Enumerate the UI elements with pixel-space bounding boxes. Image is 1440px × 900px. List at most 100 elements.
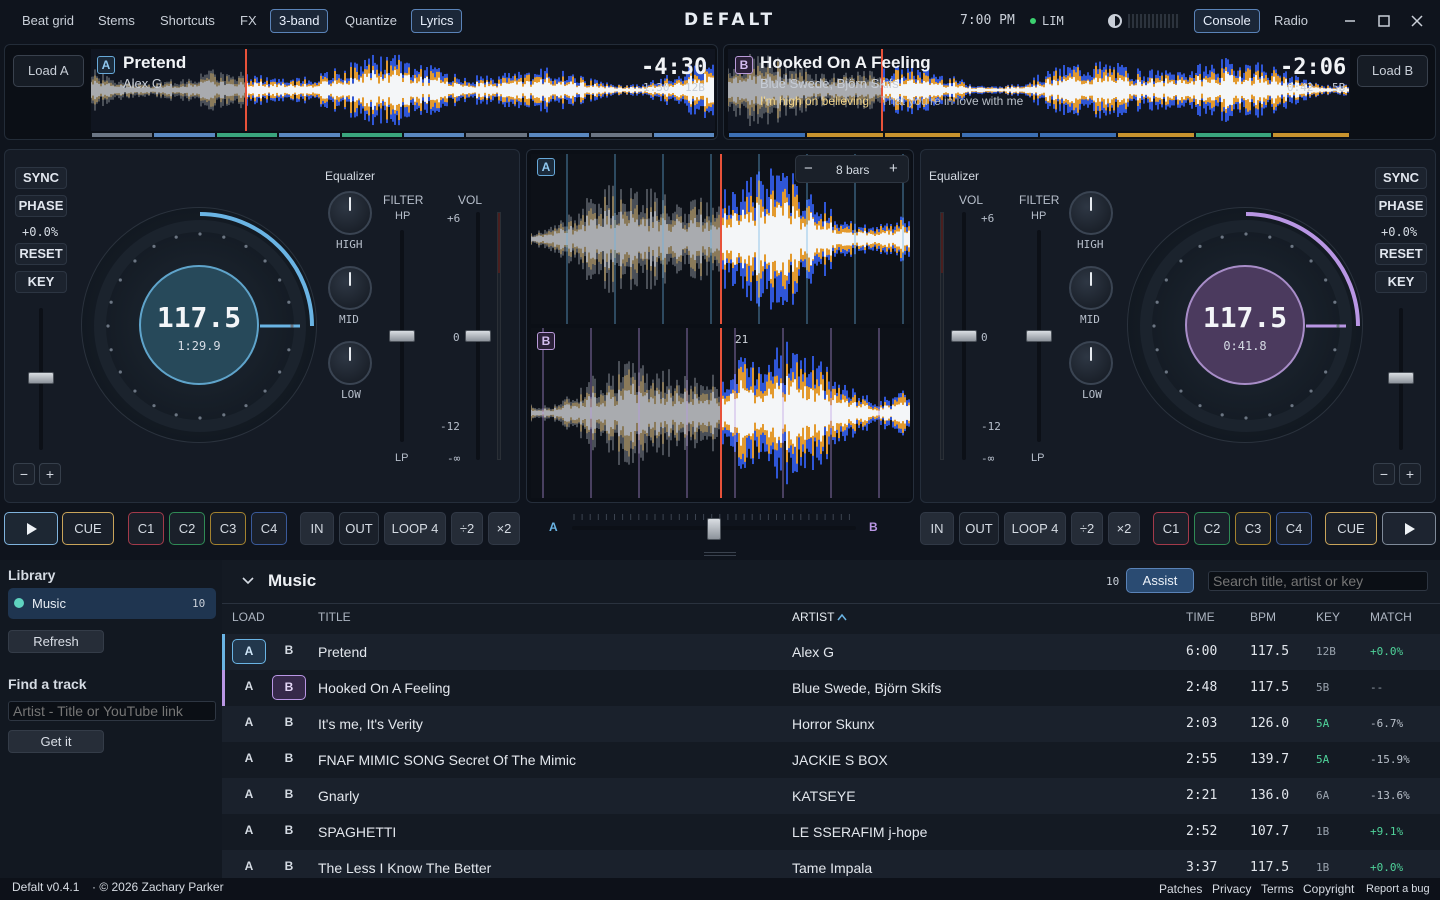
deck-b-loop-4[interactable]: LOOP 4	[1004, 512, 1066, 545]
deck-b-key-button[interactable]: KEY	[1375, 271, 1427, 293]
load-a-chip[interactable]: A	[232, 639, 266, 664]
assist-button[interactable]: Assist	[1126, 568, 1194, 593]
deck-b-hotcue-2[interactable]: C2	[1194, 512, 1230, 545]
deck-a-pitch-fader[interactable]	[28, 372, 54, 384]
menu-shortcuts[interactable]: Shortcuts	[152, 9, 223, 33]
deck-b-cue-button[interactable]: CUE	[1325, 512, 1377, 545]
menu-beat-grid[interactable]: Beat grid	[14, 9, 82, 33]
deck-b-volume-fader[interactable]	[951, 330, 977, 342]
zoom-in-button[interactable]: +	[889, 160, 898, 177]
menu-stems[interactable]: Stems	[90, 9, 143, 33]
deck-a-hotcue-3[interactable]: C3	[210, 512, 246, 545]
privacy-link[interactable]: Privacy	[1212, 882, 1251, 896]
radio-button[interactable]: Radio	[1266, 9, 1316, 33]
col-load[interactable]: LOAD	[232, 610, 265, 624]
deck-b-hotcue-3[interactable]: C3	[1235, 512, 1271, 545]
deck-a-hotcue-1[interactable]: C1	[128, 512, 164, 545]
copyright-link[interactable]: Copyright	[1303, 882, 1354, 896]
deck-a-reset-button[interactable]: RESET	[15, 243, 67, 265]
zoom-out-button[interactable]: −	[804, 160, 813, 177]
deck-b-eq-mid-knob[interactable]	[1069, 266, 1113, 310]
deck-a-eq-low-knob[interactable]	[328, 341, 372, 385]
load-b-chip[interactable]: B	[272, 783, 306, 808]
deck-a-hotcue-2[interactable]: C2	[169, 512, 205, 545]
deck-a-loop-4[interactable]: LOOP 4	[384, 512, 446, 545]
master-volume-icon[interactable]	[1108, 14, 1122, 28]
deck-b-loop-double[interactable]: ×2	[1108, 512, 1140, 545]
table-row[interactable]: A B Hooked On A Feeling Blue Swede, Björn S…	[222, 670, 1440, 706]
deck-b-zoom-waveform[interactable]	[531, 328, 911, 498]
table-row[interactable]: A B It's me, It's Verity Horror Skunx 2:03 12…	[222, 706, 1440, 742]
deck-b-hotcue-1[interactable]: C1	[1153, 512, 1189, 545]
refresh-button[interactable]: Refresh	[8, 630, 104, 653]
table-row[interactable]: A B SPAGHETTI LE SSERAFIM j-hope 2:52 107.7 1B…	[222, 814, 1440, 850]
col-title[interactable]: TITLE	[318, 610, 351, 624]
close-icon[interactable]	[1410, 14, 1424, 28]
load-a-chip[interactable]: A	[232, 747, 266, 772]
load-b-chip[interactable]: B	[272, 675, 306, 700]
collapse-chevron-icon[interactable]	[242, 576, 254, 586]
table-row[interactable]: A B FNAF MIMIC SONG Secret Of The Mimic JAC…	[222, 742, 1440, 778]
deck-b-loop-out[interactable]: OUT	[959, 512, 999, 545]
find-track-input[interactable]	[8, 701, 216, 721]
minimize-icon[interactable]	[1343, 14, 1357, 28]
deck-a-loop-double[interactable]: ×2	[488, 512, 520, 545]
crossfader-thumb[interactable]	[707, 518, 721, 540]
deck-b-play-button[interactable]	[1382, 512, 1436, 545]
col-artist[interactable]: ARTIST	[792, 610, 848, 624]
load-b-chip[interactable]: B	[272, 711, 306, 736]
deck-b-pitch-minus-button[interactable]: −	[1373, 463, 1395, 485]
deck-b-eq-high-knob[interactable]	[1069, 191, 1113, 235]
load-a-chip[interactable]: A	[232, 675, 266, 700]
load-a-chip[interactable]: A	[232, 711, 266, 736]
deck-a-phase-button[interactable]: PHASE	[15, 195, 67, 217]
deck-a-jog-wheel[interactable]: 117.5 1:29.9	[81, 207, 317, 443]
menu-lyrics[interactable]: Lyrics	[411, 9, 463, 33]
deck-b-pitch-fader[interactable]	[1388, 372, 1414, 384]
patches-link[interactable]: Patches	[1159, 882, 1202, 896]
maximize-icon[interactable]	[1377, 14, 1391, 28]
deck-a-play-button[interactable]	[4, 512, 58, 545]
load-a-chip[interactable]: A	[232, 855, 266, 880]
menu-quantize[interactable]: Quantize	[337, 9, 405, 33]
deck-a-pitch-minus-button[interactable]: −	[13, 463, 35, 485]
deck-a-key-button[interactable]: KEY	[15, 271, 67, 293]
load-a-chip[interactable]: A	[232, 783, 266, 808]
load-b-chip[interactable]: B	[272, 639, 306, 664]
deck-a-cue-button[interactable]: CUE	[62, 512, 114, 545]
search-input[interactable]	[1208, 571, 1428, 591]
load-b-chip[interactable]: B	[272, 819, 306, 844]
load-b-chip[interactable]: B	[272, 855, 306, 880]
library-item-music[interactable]: Music 10	[8, 588, 216, 619]
deck-a-loop-in[interactable]: IN	[300, 512, 334, 545]
deck-a-eq-mid-knob[interactable]	[328, 266, 372, 310]
deck-b-pitch-plus-button[interactable]: +	[1399, 463, 1421, 485]
col-time[interactable]: TIME	[1186, 610, 1215, 624]
table-row[interactable]: A B Pretend Alex G 6:00 117.5 12B +0.0%	[222, 634, 1440, 670]
col-key[interactable]: KEY	[1316, 610, 1340, 624]
deck-a-hotcue-4[interactable]: C4	[251, 512, 287, 545]
deck-a-sync-button[interactable]: SYNC	[15, 167, 67, 189]
table-row[interactable]: A B Gnarly KATSEYE 2:21 136.0 6A -13.6%	[222, 778, 1440, 814]
deck-b-jog-wheel[interactable]: 117.5 0:41.8	[1127, 207, 1363, 443]
deck-a-loop-half[interactable]: ÷2	[451, 512, 483, 545]
deck-a-eq-high-knob[interactable]	[328, 191, 372, 235]
deck-b-filter-fader[interactable]	[1026, 330, 1052, 342]
deck-a-loop-out[interactable]: OUT	[339, 512, 379, 545]
deck-a-filter-fader[interactable]	[389, 330, 415, 342]
deck-a-pitch-plus-button[interactable]: +	[39, 463, 61, 485]
deck-b-loop-half[interactable]: ÷2	[1071, 512, 1103, 545]
terms-link[interactable]: Terms	[1261, 882, 1294, 896]
load-b-chip[interactable]: B	[272, 747, 306, 772]
load-b-button[interactable]: Load B	[1357, 55, 1429, 87]
menu-3-band[interactable]: 3-band	[270, 9, 329, 33]
deck-b-hotcue-4[interactable]: C4	[1276, 512, 1312, 545]
load-a-chip[interactable]: A	[232, 819, 266, 844]
col-bpm[interactable]: BPM	[1250, 610, 1276, 624]
deck-b-phase-button[interactable]: PHASE	[1375, 195, 1427, 217]
deck-b-eq-low-knob[interactable]	[1069, 341, 1113, 385]
menu-fx[interactable]: FX	[232, 9, 265, 33]
report-bug-link[interactable]: Report a bug	[1366, 883, 1430, 895]
deck-a-volume-fader[interactable]	[465, 330, 491, 342]
deck-b-sync-button[interactable]: SYNC	[1375, 167, 1427, 189]
